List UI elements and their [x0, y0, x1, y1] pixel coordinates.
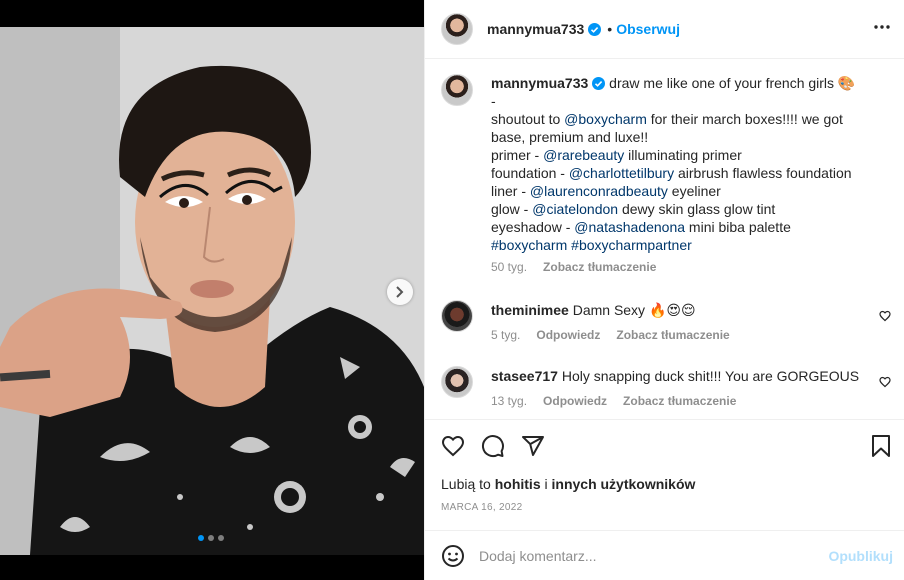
comment-text: Damn Sexy 🔥😍😌 — [572, 302, 696, 318]
comment-username[interactable]: stasee717 — [491, 368, 558, 384]
mention-link[interactable]: @charlottetilbury — [569, 165, 674, 181]
comment-item: stasee717 Holy snapping duck shit!!! You… — [441, 366, 901, 408]
caption-line: foundation - @charlottetilbury airbrush … — [491, 164, 881, 182]
mention-link[interactable]: @laurenconradbeauty — [530, 183, 668, 199]
caption-line: shoutout to @boxycharm for their march b… — [491, 110, 881, 128]
separator-dot: • — [607, 21, 613, 37]
add-comment-bar: Opublikuj — [425, 530, 904, 580]
mention-link[interactable]: @ciatelondon — [532, 201, 618, 217]
portrait-illustration — [0, 27, 424, 555]
caption-segment: draw me like one of your french girls 🎨 — [609, 75, 856, 91]
comment-username[interactable]: theminimee — [491, 302, 569, 318]
post-actions: Lubią to hohitis i innych użytkowników M… — [425, 419, 904, 529]
post-date[interactable]: MARCA 16, 2022 — [441, 502, 522, 513]
mention-link[interactable]: @natashadenona — [574, 219, 685, 235]
see-translation-button[interactable]: Zobacz tłumaczenie — [616, 328, 729, 342]
likes-prefix: Lubią to — [441, 476, 495, 492]
caption-line: mannymua733 draw me like one of your fre… — [491, 74, 881, 92]
reply-button[interactable]: Odpowiedz — [536, 328, 600, 342]
caption-segment: airbrush flawless foundation — [674, 165, 852, 181]
chevron-right-icon — [396, 286, 404, 298]
caption-line: glow - @ciatelondon dewy skin glass glow… — [491, 200, 881, 218]
caption-line: primer - @rarebeauty illuminating primer — [491, 146, 881, 164]
comment-input[interactable] — [479, 547, 829, 564]
carousel-dot — [218, 535, 224, 541]
other-likers-link[interactable]: innych użytkowników — [552, 476, 696, 492]
avatar[interactable] — [441, 366, 473, 398]
emoji-icon[interactable] — [441, 544, 465, 568]
see-translation-button[interactable]: Zobacz tłumaczenie — [623, 394, 736, 408]
heart-icon[interactable] — [879, 310, 891, 322]
caption-segment: foundation - — [491, 165, 569, 181]
carousel-next-button[interactable] — [387, 279, 413, 305]
caption-segment: glow - — [491, 201, 533, 217]
caption-segment: for their march boxes!!!! we got — [646, 111, 843, 127]
caption-line: - — [491, 92, 881, 110]
post-header: mannymua733 • Obserwuj — [425, 0, 904, 59]
post-side-panel: mannymua733 • Obserwuj mannymua733 draw … — [424, 0, 904, 580]
caption-segment: mini biba palette — [685, 219, 791, 235]
follow-button[interactable]: Obserwuj — [616, 21, 680, 37]
mention-link[interactable]: #boxycharm — [491, 237, 567, 253]
caption-line: liner - @laurenconradbeauty eyeliner — [491, 182, 881, 200]
avatar[interactable] — [441, 13, 473, 45]
mention-link[interactable]: @rarebeauty — [543, 147, 624, 163]
caption-segment: dewy skin glass glow tint — [618, 201, 776, 217]
avatar[interactable] — [441, 74, 473, 106]
bookmark-icon[interactable] — [869, 434, 893, 458]
carousel-dot — [198, 535, 204, 541]
caption-segment: liner - — [491, 183, 530, 199]
carousel-indicator — [198, 535, 224, 541]
liked-by-user-link[interactable]: hohitis — [495, 476, 541, 492]
caption-text: mannymua733 draw me like one of your fre… — [491, 74, 881, 254]
carousel-dot — [208, 535, 214, 541]
caption-segment: illuminating primer — [624, 147, 742, 163]
instagram-post-modal: mannymua733 • Obserwuj mannymua733 draw … — [0, 0, 904, 580]
caption-line: #boxycharm #boxycharmpartner — [491, 236, 881, 254]
reply-button[interactable]: Odpowiedz — [543, 394, 607, 408]
more-options-icon[interactable] — [873, 18, 891, 36]
verified-badge-icon — [592, 77, 606, 90]
caption-segment: eyeliner — [667, 183, 721, 199]
comment-time[interactable]: 5 tyg. — [491, 328, 520, 342]
publish-button[interactable]: Opublikuj — [828, 548, 893, 564]
verified-badge-icon — [588, 22, 602, 36]
caption: mannymua733 draw me like one of your fre… — [441, 74, 891, 274]
caption-segment: eyeshadow - — [491, 219, 575, 235]
caption-line: eyeshadow - @natashadenona mini biba pal… — [491, 218, 881, 236]
caption-segment: - — [491, 93, 496, 109]
post-media-area — [0, 0, 424, 580]
like-heart-icon[interactable] — [441, 434, 465, 458]
heart-icon[interactable] — [879, 376, 891, 388]
likes-conjunction: i — [540, 476, 552, 492]
comment-item: theminimee Damn Sexy 🔥😍😌 5 tyg. Odpowied… — [441, 300, 901, 342]
avatar[interactable] — [441, 300, 473, 332]
comment-time[interactable]: 13 tyg. — [491, 394, 527, 408]
post-photo[interactable] — [0, 27, 424, 555]
mention-link[interactable]: @boxycharm — [564, 111, 647, 127]
caption-username[interactable]: mannymua733 — [491, 75, 588, 91]
comment-icon[interactable] — [481, 434, 505, 458]
caption-segment: primer - — [491, 147, 544, 163]
caption-segment: shoutout to — [491, 111, 565, 127]
comment-text: Holy snapping duck shit!!! You are GORGE… — [561, 368, 860, 384]
share-icon[interactable] — [521, 434, 545, 458]
see-translation-button[interactable]: Zobacz tłumaczenie — [543, 260, 656, 274]
caption-segment: base, premium and luxe!! — [491, 129, 649, 145]
caption-time[interactable]: 50 tyg. — [491, 260, 527, 274]
likes-summary: Lubią to hohitis i innych użytkowników — [441, 476, 695, 492]
mention-link[interactable]: #boxycharmpartner — [571, 237, 692, 253]
caption-line: base, premium and luxe!! — [491, 128, 881, 146]
author-username[interactable]: mannymua733 — [487, 21, 584, 37]
